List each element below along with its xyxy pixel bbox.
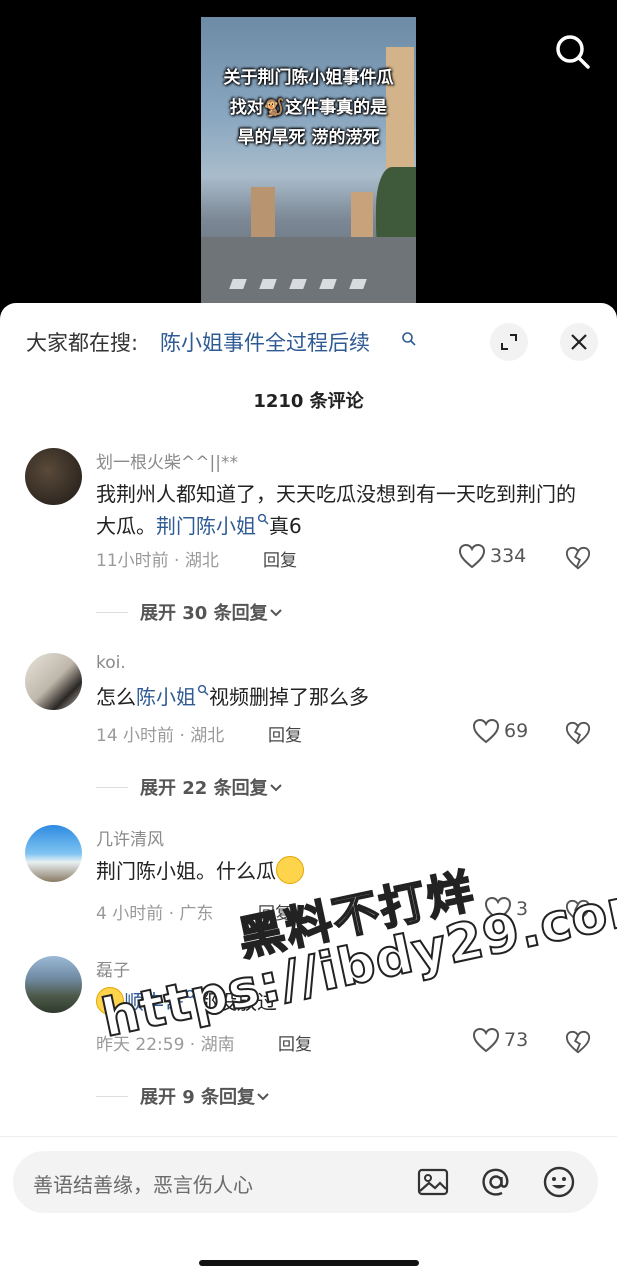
hot-search-link[interactable]: 陈小姐事件全过程后续 bbox=[160, 327, 370, 357]
reply-button[interactable]: 回复 bbox=[268, 721, 302, 746]
road-shape bbox=[201, 237, 416, 307]
comment-input[interactable]: 善语结善缘，恶言伤人心 bbox=[13, 1151, 598, 1213]
like-count: 334 bbox=[490, 545, 527, 567]
comment-input-placeholder: 善语结善缘，恶言伤人心 bbox=[33, 1173, 253, 1197]
expand-button[interactable] bbox=[490, 323, 528, 361]
home-indicator[interactable] bbox=[199, 1260, 419, 1266]
broken-heart-icon bbox=[565, 899, 591, 923]
comment-meta: 11小时前 · 湖北 bbox=[96, 551, 219, 571]
grinning-emoji-icon bbox=[276, 856, 304, 884]
comment-username[interactable]: 磊子 bbox=[96, 956, 130, 981]
chevron-down-icon bbox=[269, 784, 282, 792]
broken-heart-icon bbox=[565, 1030, 591, 1054]
avatar[interactable] bbox=[25, 825, 82, 882]
expand-replies-label: 展开 9 条回复 bbox=[140, 1087, 256, 1108]
comment-meta: 昨天 22:59 · 湖南 bbox=[96, 1035, 235, 1055]
comment-text: 我荆州人都知道了，天天吃瓜没想到有一天吃到荆门的大瓜。荆门陈小姐 真6 bbox=[96, 478, 586, 542]
hot-search-label: 大家都在搜: bbox=[26, 331, 139, 355]
comment-tag-label: 顺丰哥 bbox=[124, 990, 184, 1014]
comment-tag-label: 荆门陈小姐 bbox=[156, 514, 256, 538]
heart-icon bbox=[472, 1027, 500, 1053]
dislike-button[interactable] bbox=[565, 1029, 591, 1059]
comment-text: 顺丰哥 都没放过 bbox=[96, 986, 586, 1018]
reply-button[interactable]: 回复 bbox=[263, 546, 297, 571]
divider bbox=[96, 611, 128, 613]
comment-text-part: 真6 bbox=[269, 514, 302, 538]
expand-replies-button[interactable]: 展开 30 条回复 bbox=[96, 599, 284, 625]
comment-tag-link[interactable]: 陈小姐 bbox=[136, 684, 209, 709]
broken-heart-icon bbox=[565, 721, 591, 745]
expand-replies-button[interactable]: 展开 22 条回复 bbox=[96, 774, 284, 800]
comment-text-part: 怎么 bbox=[96, 685, 136, 709]
chevron-down-icon bbox=[257, 1093, 269, 1101]
search-tag-icon bbox=[185, 989, 197, 1001]
caption-line: 关于荆门陈小姐事件瓜 bbox=[223, 68, 394, 88]
video-caption: 关于荆门陈小姐事件瓜 找对🐒这件事真的是 旱的旱死 涝的涝死 bbox=[201, 63, 416, 153]
dislike-button[interactable] bbox=[565, 545, 591, 575]
comment-tag-link[interactable]: 顺丰哥 bbox=[124, 989, 197, 1014]
divider bbox=[96, 786, 128, 788]
chevron-down-icon bbox=[269, 609, 282, 617]
search-tag-icon bbox=[257, 513, 269, 525]
close-button[interactable] bbox=[560, 323, 598, 361]
like-button[interactable]: 69 bbox=[472, 718, 528, 744]
dislike-button[interactable] bbox=[565, 720, 591, 750]
like-count: 73 bbox=[504, 1029, 529, 1051]
expand-icon bbox=[501, 334, 517, 350]
comment-count: 1210 条评论 bbox=[253, 391, 364, 412]
expand-replies-label: 展开 22 条回复 bbox=[140, 778, 268, 799]
video-thumbnail[interactable]: 关于荆门陈小姐事件瓜 找对🐒这件事真的是 旱的旱死 涝的涝死 bbox=[201, 17, 416, 307]
close-icon bbox=[571, 334, 587, 350]
heart-icon bbox=[484, 896, 512, 922]
divider bbox=[96, 1095, 128, 1097]
comment-username[interactable]: koi. bbox=[96, 653, 126, 673]
search-icon[interactable] bbox=[553, 32, 593, 72]
caption-line: 旱的旱死 涝的涝死 bbox=[237, 128, 380, 148]
expand-replies-label: 展开 30 条回复 bbox=[140, 603, 268, 624]
comment-text-part: 视频删掉了那么多 bbox=[209, 685, 369, 709]
comment-username[interactable]: 几许清风 bbox=[96, 825, 164, 850]
mention-icon[interactable] bbox=[478, 1164, 514, 1200]
reply-button[interactable]: 回复 bbox=[258, 899, 292, 924]
search-tag-icon bbox=[197, 684, 209, 696]
comment-username[interactable]: 划一根火柴^^||** bbox=[96, 448, 238, 473]
comment-meta: 4 小时前 · 广东 bbox=[96, 904, 214, 924]
avatar[interactable] bbox=[25, 448, 82, 505]
comment-meta: 14 小时前 · 湖北 bbox=[96, 726, 225, 746]
heart-icon bbox=[472, 718, 500, 744]
video-area[interactable]: 关于荆门陈小姐事件瓜 找对🐒这件事真的是 旱的旱死 涝的涝死 bbox=[0, 0, 617, 320]
caption-line: 找对🐒这件事真的是 bbox=[229, 98, 388, 118]
like-button[interactable]: 334 bbox=[458, 543, 526, 569]
comment-text-part: 荆门陈小姐。什么瓜 bbox=[96, 859, 276, 883]
like-button[interactable]: 73 bbox=[472, 1027, 528, 1053]
avatar[interactable] bbox=[25, 653, 82, 710]
comment-text: 怎么陈小姐 视频删掉了那么多 bbox=[96, 681, 586, 713]
comment-text: 荆门陈小姐。什么瓜 bbox=[96, 855, 586, 887]
emoji-icon[interactable] bbox=[541, 1164, 577, 1200]
sheet-header: 大家都在搜: 陈小姐事件全过程后续 bbox=[0, 321, 617, 365]
broken-heart-icon bbox=[565, 546, 591, 570]
expand-replies-button[interactable]: 展开 9 条回复 bbox=[96, 1083, 271, 1109]
comment-tag-label: 陈小姐 bbox=[136, 685, 196, 709]
image-icon[interactable] bbox=[415, 1164, 451, 1200]
like-button[interactable]: 3 bbox=[484, 896, 528, 922]
comment-text-part: 都没放过 bbox=[197, 990, 277, 1014]
like-count: 3 bbox=[516, 898, 529, 920]
comment-input-bar: 善语结善缘，恶言伤人心 bbox=[0, 1136, 617, 1279]
search-tag-icon bbox=[401, 331, 417, 347]
reply-button[interactable]: 回复 bbox=[278, 1030, 312, 1055]
dislike-button[interactable] bbox=[565, 898, 591, 928]
crying-laughing-emoji-icon bbox=[96, 987, 124, 1015]
like-count: 69 bbox=[504, 720, 529, 742]
comment-tag-link[interactable]: 荆门陈小姐 bbox=[156, 513, 269, 538]
avatar[interactable] bbox=[25, 956, 82, 1013]
heart-icon bbox=[458, 543, 486, 569]
comment-sheet: 大家都在搜: 陈小姐事件全过程后续 1210 条评论 划一根火柴^^||** 我… bbox=[0, 303, 617, 1279]
